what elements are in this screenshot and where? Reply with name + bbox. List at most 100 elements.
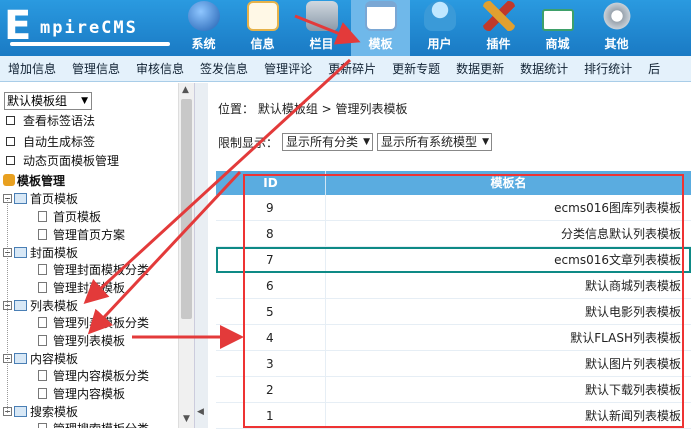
subnav-item[interactable]: 数据统计 — [512, 60, 576, 77]
nav-shop[interactable]: 商城 — [528, 0, 587, 56]
folder-icon — [14, 405, 27, 417]
subnav-item[interactable]: 管理信息 — [64, 60, 128, 77]
subnav-item[interactable]: 后 — [640, 60, 668, 77]
tree-item[interactable]: 管理搜索模板分类 — [38, 419, 149, 428]
window-icon — [364, 1, 397, 31]
document-icon — [38, 316, 47, 328]
chevron-down-icon: ▼ — [363, 137, 371, 147]
tree-group-cover[interactable]: − 封面模板 — [3, 243, 78, 261]
collapse-icon[interactable]: − — [3, 193, 12, 203]
tree-item[interactable]: 首页模板 — [38, 207, 101, 225]
tree-item[interactable]: 管理内容模板 — [38, 384, 125, 402]
collapse-icon[interactable]: − — [3, 353, 12, 363]
nav-other[interactable]: 其他 — [587, 0, 646, 56]
table-row[interactable]: 8 分类信息默认列表模板 — [216, 221, 691, 247]
column-header-id[interactable]: ID — [216, 171, 326, 195]
table-row-highlighted[interactable]: 7 ecms016文章列表模板 — [216, 247, 691, 273]
empirecms-logo[interactable]: E mpireCMS — [4, 4, 174, 52]
tree-group-home[interactable]: − 首页模板 — [3, 189, 78, 207]
main-nav: 系统 信息 栏目 模板 用户 插件 商城 其他 — [174, 0, 646, 56]
gear-icon — [600, 1, 633, 31]
table-row[interactable]: 2 默认下载列表模板 — [216, 377, 691, 403]
document-icon — [38, 263, 47, 275]
chevron-down-icon: ▼ — [81, 96, 88, 106]
sidebar: 默认模板组 ▼ 查看标签语法 自动生成标签 动态页面模板管理 模板管理 − 首页模板… — [0, 83, 178, 428]
tree-item-manage-list-template[interactable]: 管理列表模板 — [38, 331, 125, 349]
tree-group-list[interactable]: − 列表模板 — [3, 296, 78, 314]
collapse-icon[interactable]: − — [3, 247, 12, 257]
subnav-item[interactable]: 数据更新 — [448, 60, 512, 77]
link-view-tag-syntax[interactable]: 查看标签语法 — [6, 111, 95, 129]
top-header: E mpireCMS 系统 信息 栏目 模板 用户 插件 商城 其他 — [0, 0, 691, 56]
collapse-icon[interactable]: − — [3, 300, 12, 310]
folder-icon — [305, 1, 338, 31]
link-auto-generate-tag[interactable]: 自动生成标签 — [6, 132, 95, 150]
model-filter-select[interactable]: 显示所有系统模型 ▼ — [377, 133, 493, 151]
tree-item[interactable]: 管理封面模板 — [38, 278, 125, 296]
sub-nav: 增加信息 管理信息 审核信息 签发信息 管理评论 更新碎片 更新专题 数据更新 … — [0, 56, 691, 82]
chevron-down-icon: ▼ — [482, 137, 490, 147]
scroll-up-icon[interactable]: ▲ — [182, 85, 189, 95]
main-content: 位置： 默认模板组 > 管理列表模板 限制显示： 显示所有分类 ▼ 显示所有系统模… — [208, 83, 691, 429]
nav-system[interactable]: 系统 — [174, 0, 233, 56]
folder-icon — [14, 299, 27, 311]
table-row[interactable]: 4 默认FLASH列表模板 — [216, 325, 691, 351]
document-icon — [38, 281, 47, 293]
tree-item[interactable]: 管理内容模板分类 — [38, 366, 149, 384]
pencil-paper-icon — [246, 1, 279, 31]
tree-group-content[interactable]: − 内容模板 — [3, 349, 78, 367]
tools-icon — [482, 1, 515, 31]
scroll-thumb[interactable] — [181, 99, 192, 319]
document-icon — [38, 334, 47, 346]
table-row[interactable]: 9 ecms016图库列表模板 — [216, 195, 691, 221]
nav-user[interactable]: 用户 — [410, 0, 469, 56]
subnav-item[interactable]: 排行统计 — [576, 60, 640, 77]
sidebar-scrollbar[interactable]: ▲ ▼ — [178, 83, 194, 428]
table-row[interactable]: 3 默认图片列表模板 — [216, 351, 691, 377]
document-icon — [38, 387, 47, 399]
nav-column[interactable]: 栏目 — [292, 0, 351, 56]
tree-group-search[interactable]: − 搜索模板 — [3, 402, 78, 420]
folder-icon — [14, 246, 27, 258]
subnav-item[interactable]: 增加信息 — [0, 60, 64, 77]
table-row[interactable]: 1 默认新闻列表模板 — [216, 403, 691, 429]
collapse-icon[interactable]: − — [3, 406, 12, 416]
document-icon — [38, 228, 47, 240]
square-bullet-icon — [6, 155, 15, 165]
subnav-item[interactable]: 更新专题 — [384, 60, 448, 77]
collapse-left-icon[interactable]: ◀ — [197, 407, 204, 417]
document-icon — [38, 210, 47, 222]
card-icon — [541, 9, 574, 31]
square-bullet-icon — [6, 115, 15, 125]
subnav-item[interactable]: 更新碎片 — [320, 60, 384, 77]
subnav-item[interactable]: 审核信息 — [128, 60, 192, 77]
tree-item[interactable]: 管理封面模板分类 — [38, 260, 149, 278]
globe-icon — [187, 1, 220, 31]
subnav-item[interactable]: 管理评论 — [256, 60, 320, 77]
template-table: ID 模板名 9 ecms016图库列表模板 8 分类信息默认列表模板 7 ecms0… — [216, 171, 691, 429]
template-group-select[interactable]: 默认模板组 ▼ — [4, 92, 92, 110]
class-filter-select[interactable]: 显示所有分类 ▼ — [282, 133, 374, 151]
document-icon — [38, 422, 47, 428]
table-row[interactable]: 6 默认商城列表模板 — [216, 273, 691, 299]
sidebar-toggle-bar[interactable]: ◀ — [194, 83, 208, 428]
template-manage-icon — [3, 174, 15, 186]
link-dynamic-page-template[interactable]: 动态页面模板管理 — [6, 151, 119, 169]
tree-item[interactable]: 管理首页方案 — [38, 225, 125, 243]
nav-plugin[interactable]: 插件 — [469, 0, 528, 56]
tree-item[interactable]: 管理列表模板分类 — [38, 313, 149, 331]
breadcrumb: 位置： 默认模板组 > 管理列表模板 — [218, 102, 408, 116]
nav-template[interactable]: 模板 — [351, 0, 410, 56]
scroll-down-icon[interactable]: ▼ — [183, 414, 190, 424]
filter-bar: 限制显示： 显示所有分类 ▼ 显示所有系统模型 ▼ — [218, 133, 493, 151]
folder-icon — [14, 352, 27, 364]
folder-icon — [14, 192, 27, 204]
tree-root[interactable]: 模板管理 — [3, 171, 65, 189]
column-header-name[interactable]: 模板名 — [326, 171, 691, 195]
nav-info[interactable]: 信息 — [233, 0, 292, 56]
square-bullet-icon — [6, 136, 15, 146]
subnav-item[interactable]: 签发信息 — [192, 60, 256, 77]
table-row[interactable]: 5 默认电影列表模板 — [216, 299, 691, 325]
document-icon — [38, 369, 47, 381]
user-icon — [423, 1, 456, 31]
